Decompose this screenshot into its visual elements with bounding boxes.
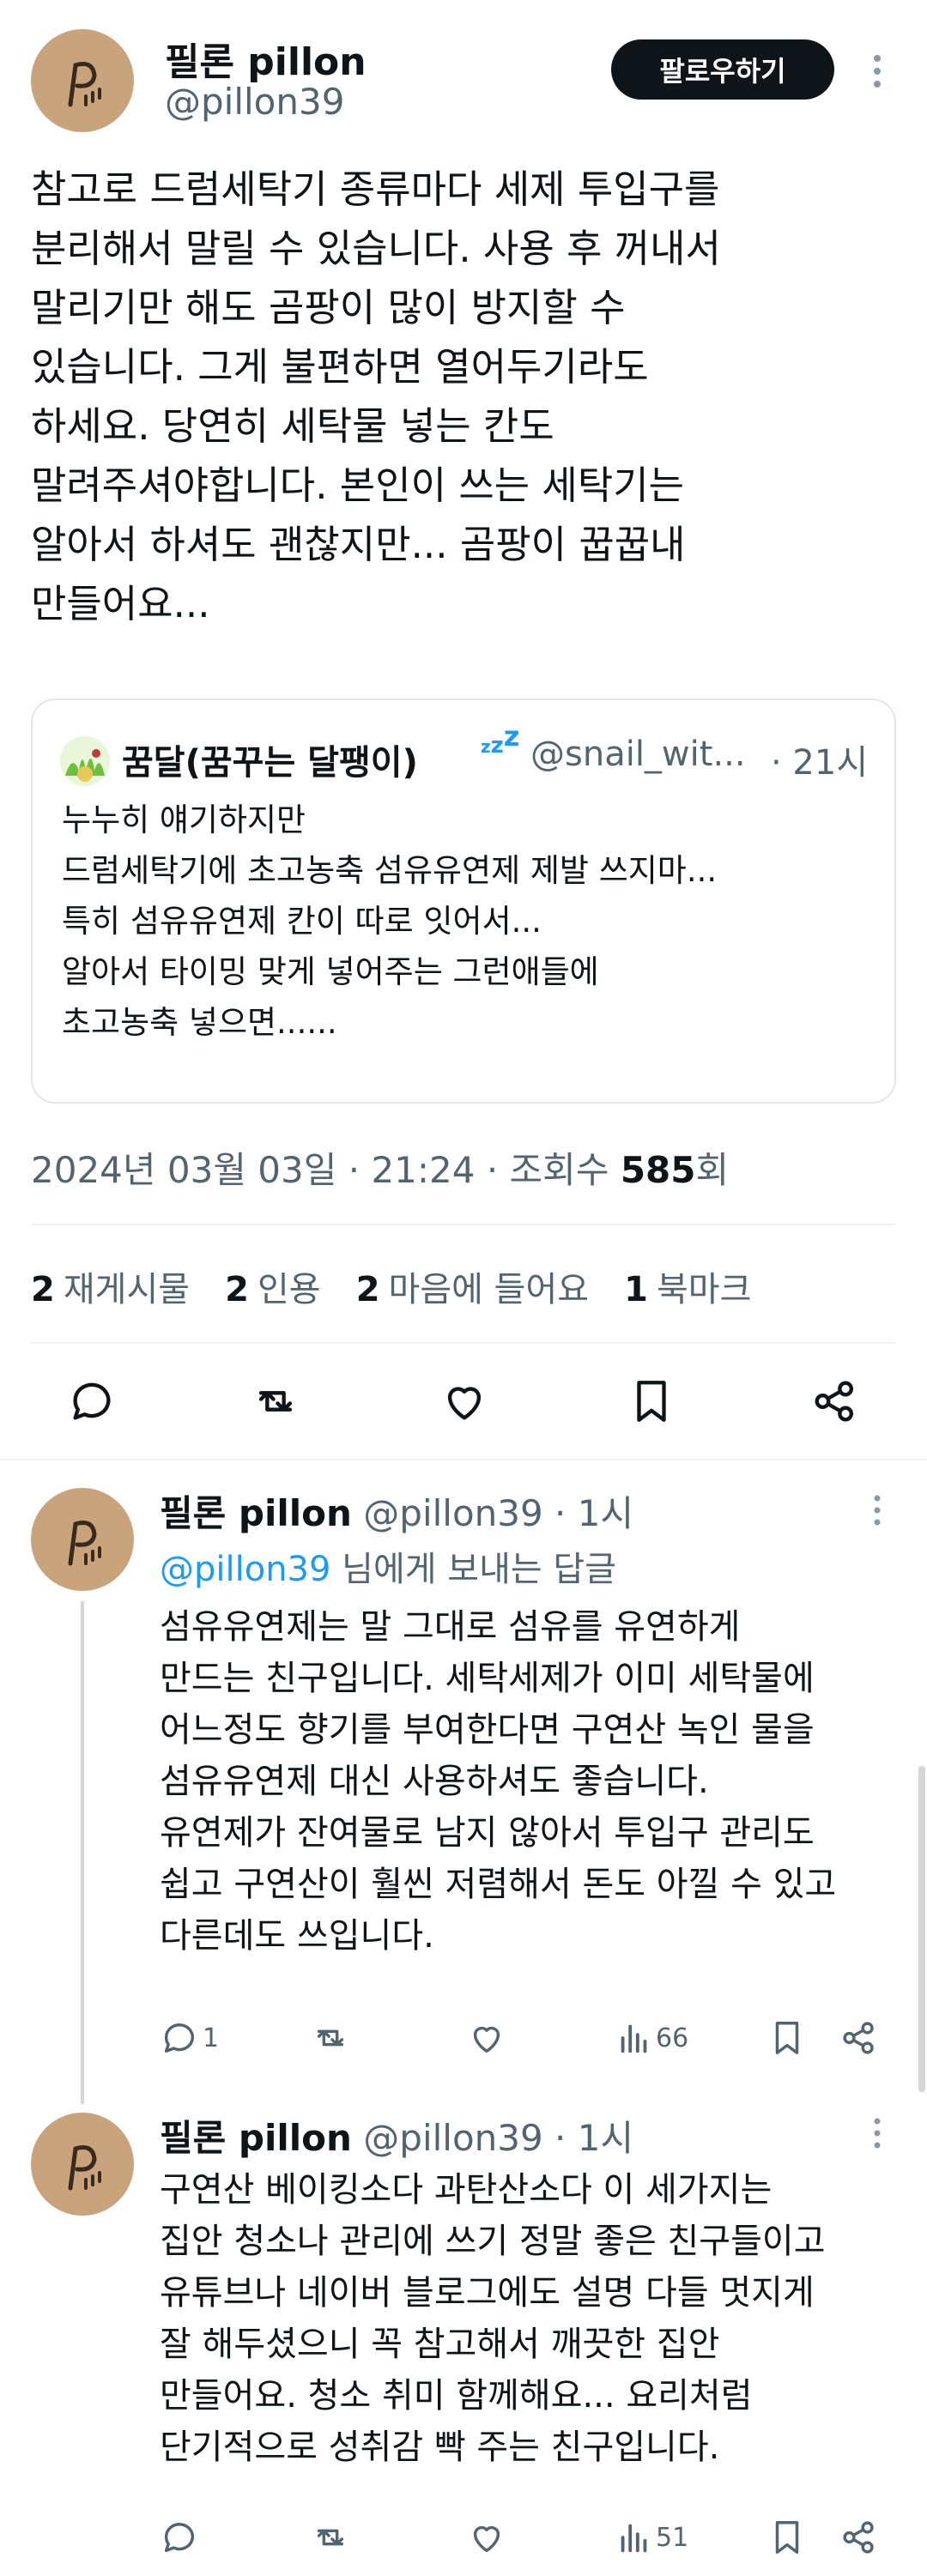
reply-text: 구연산 베이킹소다 과탄산소다 이 세가지는 집안 청소나 관리에 쓰기 정말 … — [160, 2170, 826, 2467]
bookmark-stat[interactable]: 1 북마크 — [624, 1261, 751, 1311]
divider — [0, 1459, 927, 1460]
repost-icon[interactable] — [311, 2018, 350, 2061]
more-options-icon[interactable] — [867, 50, 888, 93]
bookmark-icon[interactable] — [627, 1376, 676, 1426]
tweet-timestamp: 2024년 03월 03일 · 21:24 · 조회수 — [31, 1149, 621, 1191]
reply-action-bar: 1 66 — [160, 2018, 906, 2061]
share-icon[interactable] — [810, 1376, 860, 1426]
avatar[interactable] — [31, 29, 134, 132]
reply-author-handle[interactable]: @pillon39 · 1시 — [363, 1492, 633, 1534]
repost-stat[interactable]: 2 재게시물 — [31, 1261, 190, 1311]
avatar-p-logo-icon — [68, 1521, 101, 1566]
view-suffix: 회 — [695, 1149, 730, 1191]
thread-line — [81, 1601, 84, 2104]
like-stat[interactable]: 2 마음에 들어요 — [356, 1261, 589, 1311]
avatar-p-logo-icon — [68, 62, 101, 107]
reply-icon[interactable] — [67, 1376, 117, 1426]
replying-to-handle-link[interactable]: @pillon39 — [160, 1550, 330, 1589]
share-icon[interactable] — [839, 2518, 879, 2561]
quote-author-name: 꿈달(꿈꾸는 달팽이) — [122, 743, 418, 783]
divider — [31, 1342, 896, 1344]
more-options-icon[interactable] — [869, 2114, 886, 2156]
analytics-icon — [621, 2524, 647, 2553]
divider — [31, 1224, 896, 1225]
quote-text: 누누히 얘기하지만 드럼세탁기에 초고농축 섬유유연제 제발 쓰지마... 특히… — [62, 801, 718, 1041]
views-button[interactable]: 51 — [615, 2518, 688, 2557]
reply-header: 필론 pillon @pillon39 · 1시 — [160, 1485, 633, 1537]
snail-icon — [65, 749, 105, 782]
reply-text: 섬유유연제는 말 그대로 섬유를 유연하게 만드는 친구입니다. 세탁세제가 이… — [160, 1607, 837, 1956]
engagement-stats: 2 재게시물 2 인용 2 마음에 들어요 1 북마크 — [31, 1261, 782, 1311]
reply-icon[interactable] — [160, 2518, 199, 2561]
follow-button[interactable]: 팔로우하기 — [611, 39, 834, 100]
quote-stat[interactable]: 2 인용 — [225, 1261, 320, 1311]
more-options-icon[interactable] — [869, 1491, 886, 1533]
like-icon[interactable] — [439, 1376, 489, 1426]
reply-icon — [164, 2023, 195, 2053]
scrollbar[interactable] — [918, 1766, 925, 2092]
bookmark-icon[interactable] — [767, 2018, 807, 2061]
reply-author-name[interactable]: 필론 pillon — [160, 1492, 352, 1534]
reply-avatar[interactable] — [31, 1488, 134, 1591]
reply-count: 1 — [203, 2023, 220, 2053]
like-icon[interactable] — [467, 2018, 506, 2061]
views-button[interactable]: 66 — [615, 2018, 688, 2058]
quote-avatar — [60, 736, 110, 786]
tweet-meta: 2024년 03월 03일 · 21:24 · 조회수 585회 — [31, 1141, 729, 1194]
share-icon[interactable] — [839, 2018, 879, 2061]
quote-author-handle: @snail_wit... — [530, 735, 746, 774]
bookmark-icon[interactable] — [767, 2518, 807, 2561]
view-count: 585 — [620, 1149, 696, 1191]
like-icon[interactable] — [467, 2518, 506, 2561]
author-handle[interactable]: @pillon39 — [165, 81, 344, 123]
replying-to: @pillon39 님에게 보내는 답글 — [160, 1550, 616, 1589]
reply-action-bar: 51 — [160, 2518, 906, 2561]
reply-header: 필론 pillon @pillon39 · 1시 — [160, 2109, 633, 2162]
quote-timestamp: · 21시 — [771, 743, 869, 783]
analytics-icon — [621, 2024, 647, 2053]
repost-icon[interactable] — [311, 2518, 350, 2561]
view-count: 51 — [656, 2522, 689, 2553]
tweet-text: 참고로 드럼세탁기 종류마다 세제 투입구를 분리해서 말릴 수 있습니다. 사… — [31, 166, 721, 626]
repost-icon[interactable] — [251, 1376, 300, 1426]
reply-button[interactable]: 1 — [160, 2018, 219, 2058]
reply-avatar[interactable] — [31, 2113, 134, 2216]
quoted-tweet[interactable]: 꿈달(꿈꾸는 달팽이) zzz @snail_wit... · 21시 누누히 … — [31, 698, 896, 1104]
sleeping-zzz-icon: zzz — [481, 720, 520, 759]
view-count: 66 — [656, 2023, 689, 2053]
reply-author-name[interactable]: 필론 pillon — [160, 2117, 352, 2159]
author-name[interactable]: 필론 pillon — [165, 31, 367, 86]
avatar-p-logo-icon — [68, 2145, 101, 2191]
reply-author-handle[interactable]: @pillon39 · 1시 — [363, 2117, 633, 2159]
